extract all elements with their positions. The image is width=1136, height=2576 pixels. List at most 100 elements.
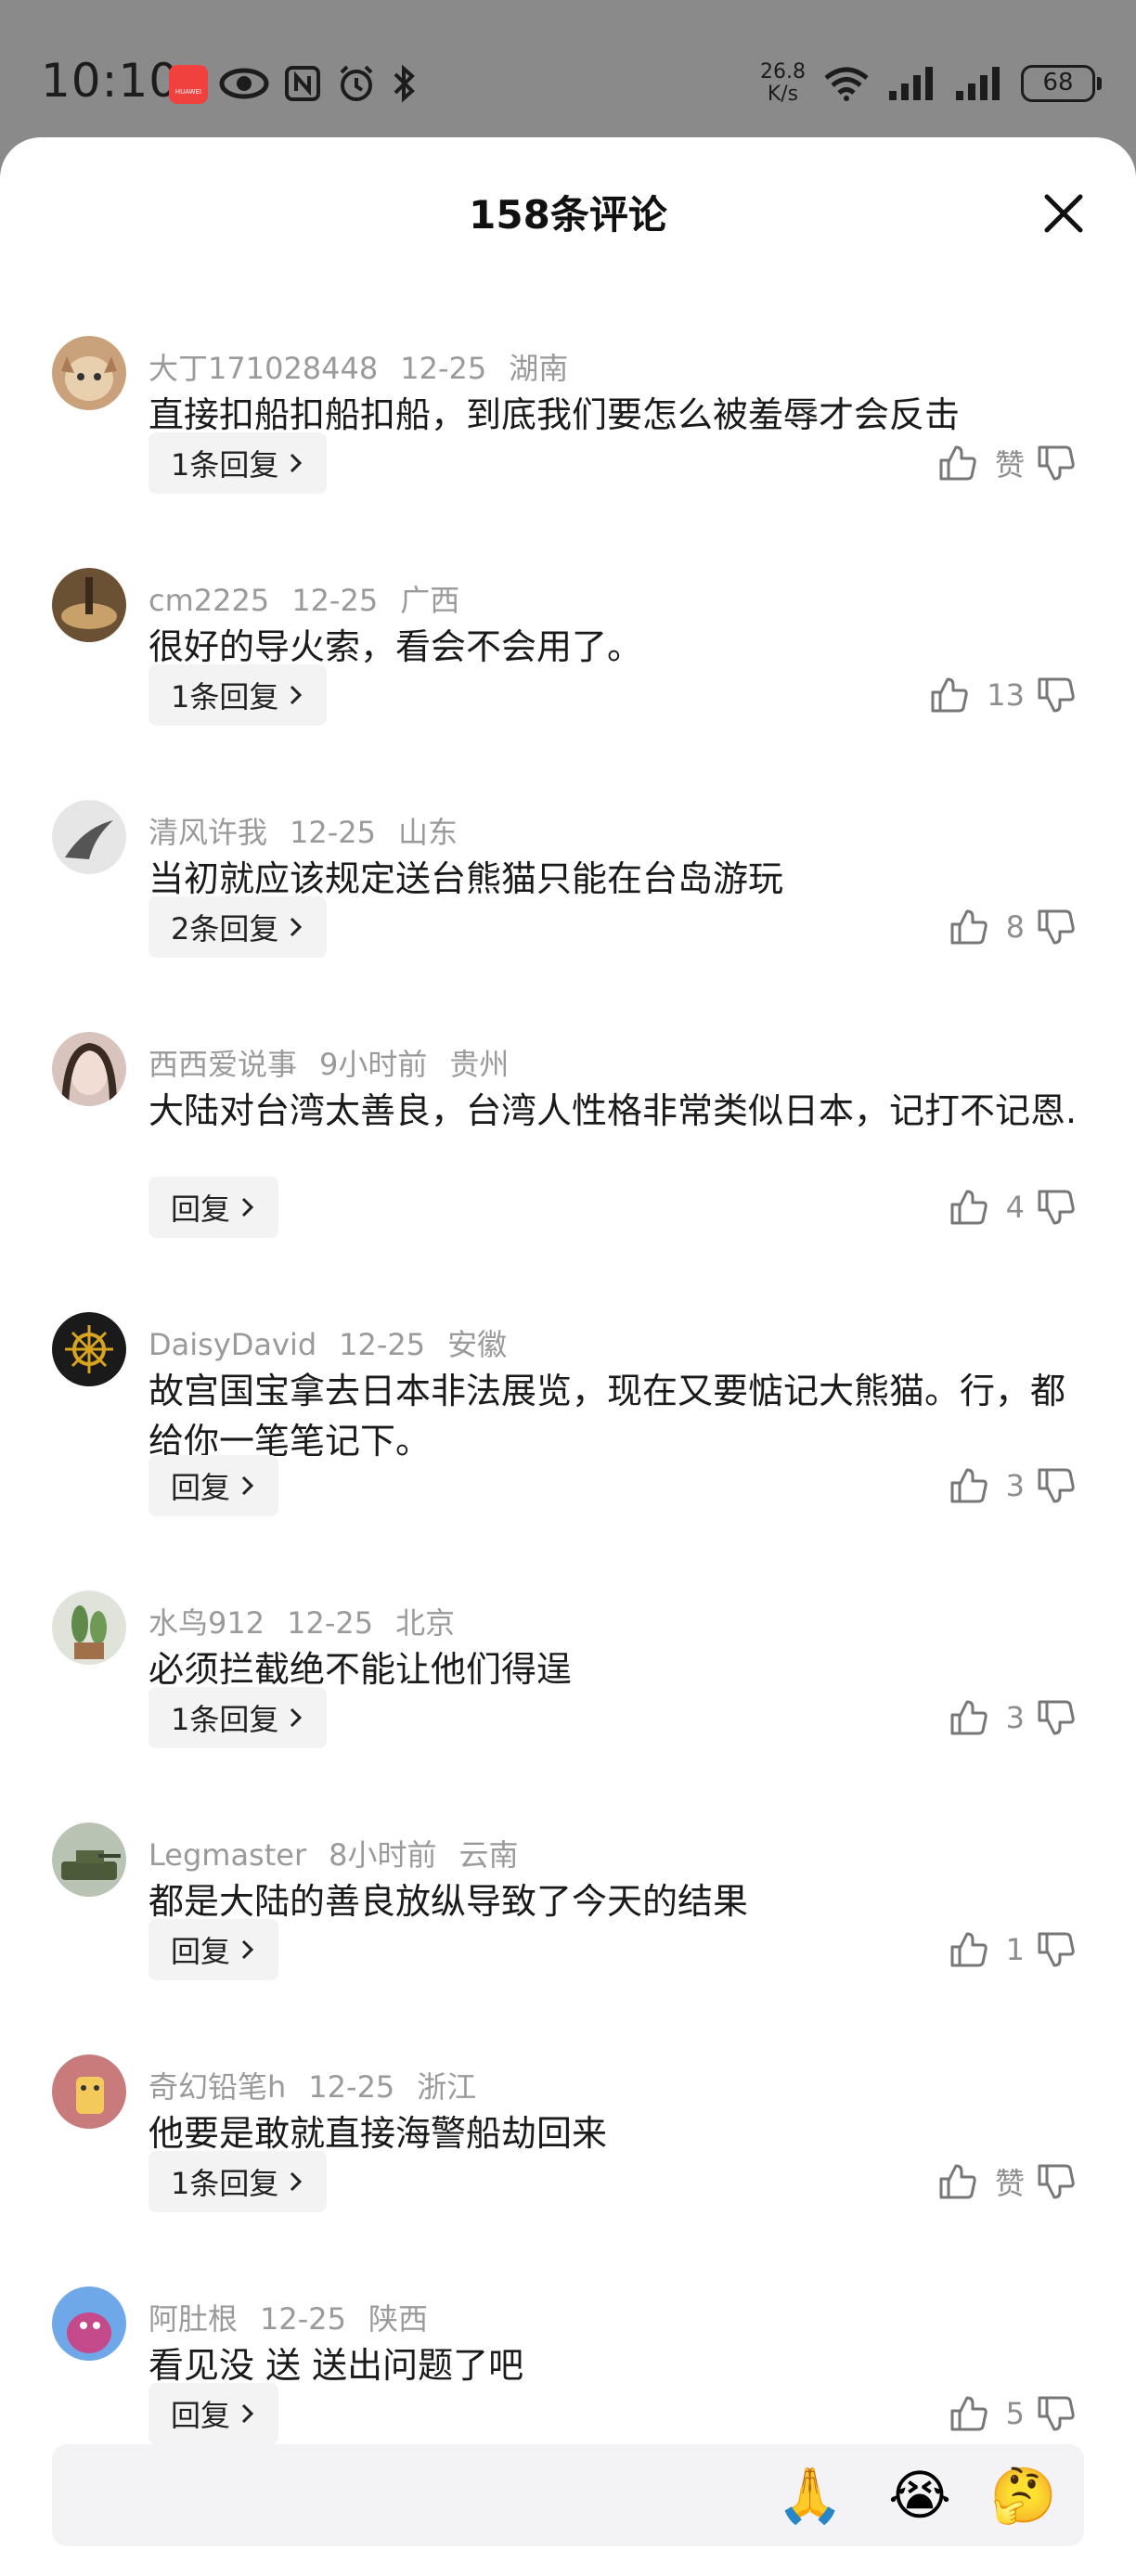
avatar[interactable] [52, 1591, 126, 1665]
comment-date: 12-25 [260, 2301, 346, 2337]
username[interactable]: 阿肚根 [148, 2301, 238, 2337]
bluetooth-icon [394, 64, 415, 103]
avatar[interactable] [52, 568, 126, 642]
comment-region: 山东 [398, 815, 458, 850]
avatar[interactable] [52, 800, 126, 874]
chevron-right-icon [290, 1707, 303, 1728]
folded-hands-emoji[interactable]: 🙏 [776, 2461, 845, 2530]
huawei-app-icon: HUAWEI [169, 65, 208, 104]
chevron-right-icon [241, 1475, 254, 1496]
thumbs-up-icon [950, 1190, 988, 1225]
thumbs-up-icon [950, 1700, 988, 1735]
avatar[interactable] [52, 2054, 126, 2129]
comment-item: DaisyDavid 12-25 安徽 故宫国宝拿去日本非法展览，现在又要惦记大熊猫… [0, 1281, 1136, 1559]
thumbs-up-icon [939, 2164, 976, 2199]
comment-list[interactable]: 大丁171028448 12-25 湖南 直接扣船扣船扣船，到底我们要怎么被羞辱才会… [0, 304, 1136, 2557]
comment-input-bar: 🙏 😭 🤔 [52, 2444, 1084, 2548]
thumbs-up-icon [950, 909, 988, 945]
chevron-right-icon [241, 1197, 254, 1217]
comment-item: 清风许我 12-25 山东 当初就应该规定送台熊猫只能在台岛游玩 2条回复 8 [0, 768, 1136, 1000]
like-count: 8 [1005, 909, 1025, 945]
crying-face-emoji[interactable]: 😭 [885, 2461, 954, 2530]
comment-meta: 西西爱说事 9小时前 贵州 [148, 1041, 531, 1084]
comment-region: 北京 [395, 1605, 456, 1641]
avatar[interactable] [52, 1312, 126, 1386]
thumbs-up-icon [950, 1932, 988, 1967]
comment-region: 云南 [458, 1837, 519, 1873]
comment-date: 12-25 [287, 1605, 374, 1641]
avatar[interactable] [52, 1823, 126, 1897]
thumbs-down-icon[interactable] [1034, 906, 1077, 948]
thumbs-down-icon[interactable] [1034, 1696, 1077, 1739]
like-button[interactable]: 3 [947, 1687, 1025, 1748]
view-replies-button[interactable]: 回复 [148, 1177, 279, 1238]
avatar[interactable] [52, 336, 126, 410]
comment-item: 奇幻铅笔h 12-25 浙江 他要是敢就直接海警船劫回来 1条回复 赞 [0, 2023, 1136, 2255]
view-replies-button[interactable]: 回复 [148, 1455, 279, 1516]
chevron-right-icon [290, 685, 303, 705]
comment-region: 安徽 [447, 1327, 508, 1362]
chevron-right-icon [241, 1939, 254, 1960]
status-bar: 10:10 HUAWEI 26.8 K/s 68 [0, 0, 1136, 139]
comment-meta: Legmaster 8小时前 云南 [148, 1832, 541, 1874]
thumbs-down-icon[interactable] [1034, 2392, 1077, 2435]
comment-count-title: 158条评论 [469, 192, 667, 238]
signal-icon [956, 67, 1000, 100]
thumbs-down-icon[interactable] [1034, 1928, 1077, 1971]
comment-region: 陕西 [368, 2301, 429, 2337]
like-button[interactable]: 赞 [936, 432, 1025, 494]
thumbs-down-icon[interactable] [1034, 1186, 1077, 1229]
comment-date: 12-25 [290, 815, 376, 850]
username[interactable]: 西西爱说事 [148, 1047, 297, 1082]
thumbs-up-icon [939, 445, 976, 481]
like-button[interactable]: 4 [947, 1177, 1025, 1238]
comment-meta: 水鸟912 12-25 北京 [148, 1600, 477, 1642]
username[interactable]: 奇幻铅笔h [148, 2069, 286, 2105]
avatar[interactable] [52, 1032, 126, 1106]
like-button[interactable]: 13 [927, 664, 1025, 726]
like-button[interactable]: 1 [947, 1919, 1025, 1980]
like-button[interactable]: 8 [947, 896, 1025, 958]
thumbs-down-icon[interactable] [1034, 442, 1077, 484]
chevron-right-icon [241, 2403, 254, 2424]
view-replies-button[interactable]: 1条回复 [148, 432, 328, 494]
comment-item: 西西爱说事 9小时前 贵州 大陆对台湾太善良，台湾人性格非常类似日本，记打不记恩. … [0, 1000, 1136, 1281]
thumbs-up-icon [950, 2396, 988, 2431]
thinking-face-emoji[interactable]: 🤔 [989, 2461, 1058, 2530]
view-replies-button[interactable]: 回复 [148, 1919, 279, 1980]
comment-region: 广西 [400, 583, 460, 618]
close-icon[interactable] [1039, 189, 1088, 238]
username[interactable]: 水鸟912 [148, 1605, 265, 1641]
comment-date: 12-25 [308, 2069, 395, 2105]
view-replies-button[interactable]: 1条回复 [148, 2151, 328, 2212]
like-button[interactable]: 5 [947, 2383, 1025, 2444]
username[interactable]: 清风许我 [148, 815, 267, 850]
username[interactable]: 大丁171028448 [148, 351, 378, 386]
comment-meta: 大丁171028448 12-25 湖南 [148, 345, 590, 388]
username[interactable]: cm2225 [148, 583, 269, 618]
username[interactable]: Legmaster [148, 1837, 306, 1873]
status-icons-left [219, 58, 418, 109]
comment-date: 12-25 [400, 351, 487, 386]
avatar[interactable] [52, 2286, 126, 2361]
net-speed: 26.8 K/s [760, 60, 806, 106]
username[interactable]: DaisyDavid [148, 1327, 316, 1362]
comment-text: 看见没 送 送出问题了吧 [148, 2345, 524, 2386]
thumbs-down-icon[interactable] [1034, 1464, 1077, 1507]
comment-region: 浙江 [417, 2069, 477, 2105]
comment-text: 故宫国宝拿去日本非法展览，现在又要惦记大熊猫。行，都给你一笔笔记下。 [148, 1371, 1066, 1462]
thumbs-up-icon [950, 1468, 988, 1503]
like-count: 3 [1005, 1700, 1025, 1735]
like-button[interactable]: 赞 [936, 2151, 1025, 2212]
comment-meta: 奇幻铅笔h 12-25 浙江 [148, 2064, 498, 2106]
view-replies-button[interactable]: 2条回复 [148, 896, 328, 958]
comment-input[interactable] [80, 2444, 752, 2548]
thumbs-down-icon[interactable] [1034, 674, 1077, 716]
view-replies-button[interactable]: 1条回复 [148, 664, 328, 726]
comment-item: cm2225 12-25 广西 很好的导火索，看会不会用了。 1条回复 13 [0, 536, 1136, 768]
thumbs-down-icon[interactable] [1034, 2160, 1077, 2203]
view-replies-button[interactable]: 回复 [148, 2383, 279, 2444]
view-replies-button[interactable]: 1条回复 [148, 1687, 328, 1748]
alarm-icon [340, 65, 373, 101]
like-button[interactable]: 3 [947, 1455, 1025, 1516]
